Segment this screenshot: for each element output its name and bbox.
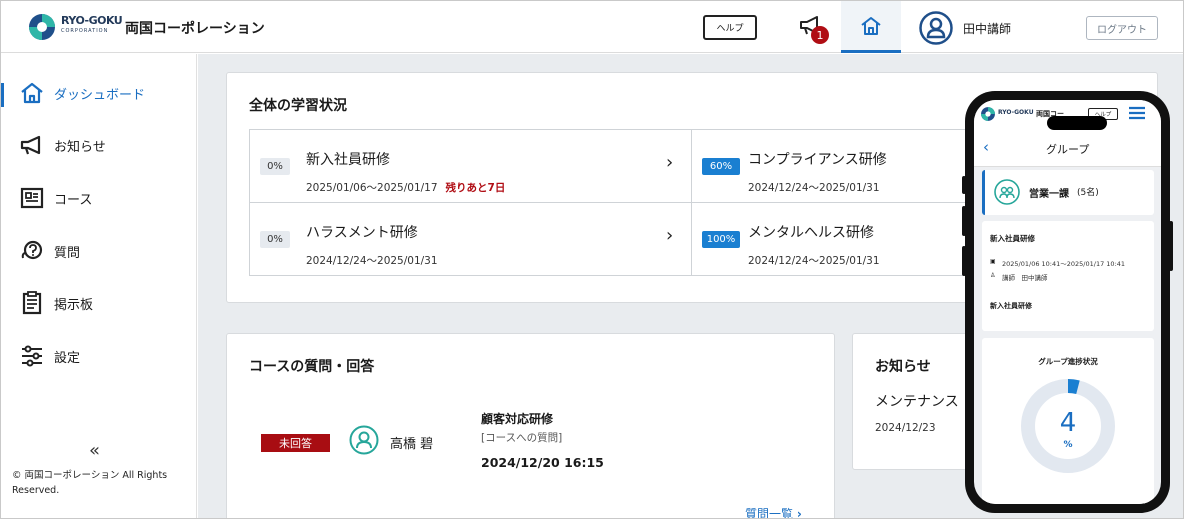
course-title: 新入社員研修 [990,234,1035,243]
company-name: 両国コーポレーション [125,21,265,37]
course-name: 新入社員研修 [306,152,390,168]
notification-count-badge: 1 [811,26,829,44]
user-name: 田中講師 [963,22,1012,36]
course-name: メンタルヘルス研修 [748,225,874,241]
copyright-text: © 両国コーポレーション All Rights Reserved. [12,470,168,496]
megaphone-icon [20,135,41,155]
news-item-date: 2024/12/23 [875,422,936,434]
sidebar-item-courses[interactable]: コース [1,178,196,218]
unanswered-status-badge: 未回答 [261,434,330,452]
progress-value: 4 [1059,408,1077,438]
home-icon [21,82,43,104]
question-tag: [コースへの質問] [481,432,563,444]
board-icon [22,291,42,315]
course-name: ハラスメント研修 [306,225,418,241]
chevron-right-icon: › [666,152,674,173]
qa-card: コースの質問・回答 未回答 高橋 碧 顧客対応研修 [コースへの質問] 2024… [226,333,835,519]
logo-text: RYO-GOKU [61,14,123,27]
sidebar-item-label: 掲示板 [54,297,94,313]
learning-status-title: 全体の学習状況 [249,98,347,114]
progress-badge: 60% [702,158,740,175]
sidebar-item-board[interactable]: 掲示板 [1,283,196,323]
chevron-right-icon: › [666,225,674,246]
chevron-right-icon: › [796,507,802,519]
course-title-secondary: 新入社員研修 [990,302,1032,310]
course-period: 2024/12/24～2025/01/31 [748,180,880,195]
progress-title: グループ進捗状況 [1038,357,1098,366]
question-list-label: 質問一覧 [745,507,794,519]
progress-badge: 100% [702,231,740,248]
question-icon [21,240,43,260]
top-header: RYO-GOKU CORPORATION 両国コーポレーション ヘルプ 1 田中… [1,1,1183,53]
phone-screen: RYO-GOKU 両国コー ヘルプ ‹ グループ 営業一課 (5名) 新入社員研… [974,100,1161,504]
company-logo-icon [981,107,995,121]
sidebar-item-label: コース [54,192,93,208]
course-name: コンプライアンス研修 [748,152,887,168]
phone-mockup: RYO-GOKU 両国コー ヘルプ ‹ グループ 営業一課 (5名) 新入社員研… [962,91,1173,513]
sidebar-item-label: 質問 [54,245,81,261]
question-datetime: 2024/12/20 16:15 [481,455,604,470]
course-row[interactable]: 0% ハラスメント研修 2024/12/24～2025/01/31 › [249,202,692,276]
question-course[interactable]: 顧客対応研修 [481,410,553,427]
news-title: お知らせ [875,359,931,375]
instructor: 講師 田中講師 [1002,274,1048,282]
sidebar-item-questions[interactable]: 質問 [1,231,196,271]
group-name: 営業一課 [1029,189,1069,200]
home-icon [861,16,881,35]
group-course-card: 新入社員研修 ▣ 2025/01/06 10:41～2025/01/17 10:… [982,221,1154,331]
group-progress-card: グループ進捗状況 4 % [982,338,1154,504]
course-period: 2025/01/06 10:41～2025/01/17 10:41 [1002,260,1126,268]
phone-side-button [962,246,966,276]
app-frame: RYO-GOKU CORPORATION 両国コーポレーション ヘルプ 1 田中… [0,0,1184,519]
phone-side-button [1169,221,1173,271]
progress-badge: 0% [260,158,290,175]
qa-title: コースの質問・回答 [249,359,375,375]
sidebar-collapse-button[interactable]: « [89,440,100,461]
course-icon [20,187,44,209]
sidebar: ダッシュボード お知らせ コース 質問 掲示板 設定 « © 両国コーポレーショ… [1,54,197,518]
phone-side-button [962,206,966,236]
phone-side-button [962,176,966,194]
back-chevron-icon[interactable]: ‹ [983,138,989,156]
progress-badge: 0% [260,231,290,248]
user-avatar-icon[interactable] [919,11,953,45]
sidebar-item-label: お知らせ [54,139,106,155]
logout-button[interactable]: ログアウト [1086,16,1158,40]
remaining-days: 残りあと7日 [445,182,506,194]
course-date: 2024/12/24～2025/01/31 [748,182,880,194]
phone-page-title: グループ [1046,143,1090,156]
sidebar-item-news[interactable]: お知らせ [1,125,196,165]
home-tab[interactable] [841,1,901,53]
question-author: 高橋 碧 [390,437,434,452]
calendar-icon: ▣ [990,258,996,265]
course-row[interactable]: 0% 新入社員研修 2025/01/06～2025/01/17 残りあと7日 › [249,129,692,203]
help-button[interactable]: ヘルプ [703,15,757,40]
sidebar-item-settings[interactable]: 設定 [1,336,196,376]
question-list-link[interactable]: 質問一覧 › [745,505,802,519]
group-icon [994,179,1020,205]
person-icon: ♙ [990,272,996,279]
course-period: 2025/01/06～2025/01/17 残りあと7日 [306,180,505,195]
phone-subheader: ‹ グループ [974,130,1161,167]
hamburger-menu-icon[interactable] [1128,106,1146,120]
sidebar-item-label: 設定 [54,350,81,366]
company-logo-icon [29,14,55,40]
course-date: 2025/01/06～2025/01/17 [306,182,438,194]
course-period: 2024/12/24～2025/01/31 [748,253,880,268]
phone-notch [1047,116,1107,130]
sidebar-item-dashboard[interactable]: ダッシュボード [1,73,196,113]
settings-icon [22,345,42,367]
course-date: 2024/12/24～2025/01/31 [306,255,438,267]
course-date: 2024/12/24～2025/01/31 [748,255,880,267]
group-count: (5名) [1077,188,1099,198]
logo-subtext: CORPORATION [61,28,109,34]
user-avatar-icon [349,425,379,455]
group-card[interactable]: 営業一課 (5名) [982,170,1154,215]
news-item-title[interactable]: メンテナンス [875,391,959,411]
course-period: 2024/12/24～2025/01/31 [306,253,438,268]
phone-logo-text: RYO-GOKU [998,109,1034,116]
sidebar-item-label: ダッシュボード [54,87,146,103]
progress-unit: % [1063,440,1073,450]
